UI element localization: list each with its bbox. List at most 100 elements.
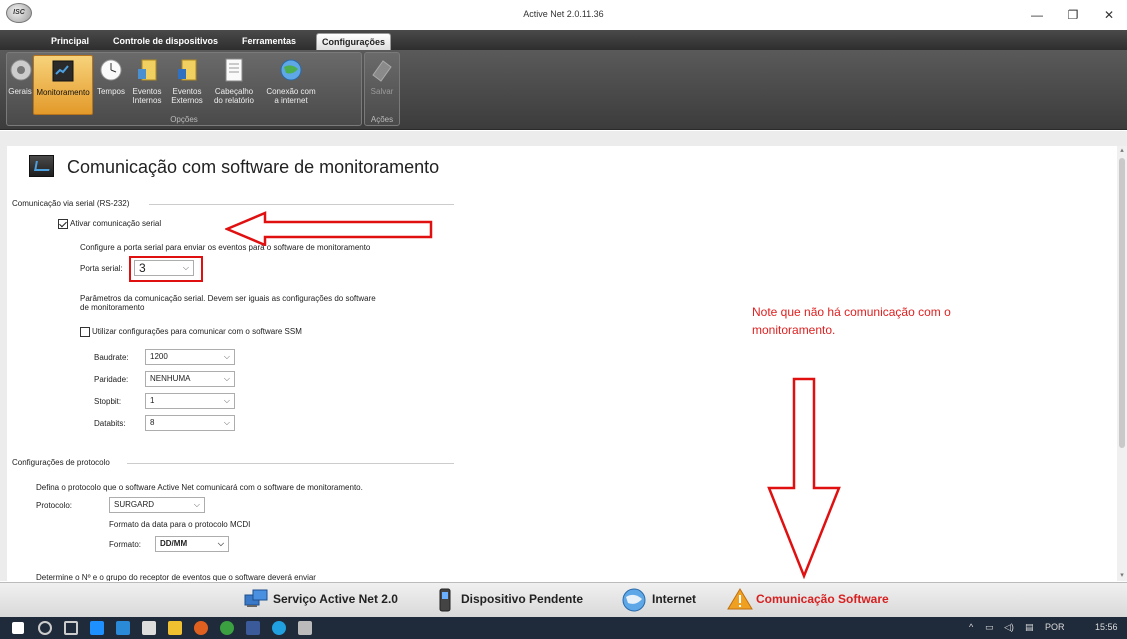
chrome-icon[interactable] <box>220 621 234 635</box>
ssm-label: Utilizar configurações para comunicar co… <box>92 327 302 337</box>
page-title: Comunicação com software de monitorament… <box>67 157 440 177</box>
baudrate-value: 1200 <box>150 352 168 361</box>
ribbon-salvar-button[interactable]: Salvar <box>367 55 397 115</box>
chevron-down-icon: ⌵ <box>193 500 200 509</box>
vertical-scrollbar[interactable]: ▴ ▾ <box>1117 146 1127 581</box>
chevron-down-icon: ⌵ <box>217 539 224 548</box>
serial-port-highlight <box>129 256 203 282</box>
chevron-down-icon: ⌵ <box>223 352 230 361</box>
enable-serial-row[interactable]: Ativar comunicação serial <box>58 219 161 229</box>
protocol-text: Defina o protocolo que o software Active… <box>36 483 363 492</box>
red-arrow-left <box>225 211 433 246</box>
tab-controle-dispositivos[interactable]: Controle de dispositivos <box>108 33 223 50</box>
parity-select[interactable]: NENHUMA ⌵ <box>145 371 235 387</box>
volume-icon[interactable]: ◁) <box>1004 622 1014 633</box>
save-icon <box>372 60 392 82</box>
store-icon[interactable] <box>116 621 130 635</box>
globe-icon <box>622 588 646 612</box>
stopbit-label: Stopbit: <box>94 397 122 406</box>
scroll-down-icon[interactable]: ▾ <box>1117 571 1127 581</box>
file-explorer-icon[interactable] <box>168 621 182 635</box>
skype-icon[interactable] <box>272 621 286 635</box>
tab-ferramentas[interactable]: Ferramentas <box>237 33 301 50</box>
ribbon-cabecalho-relatorio-button[interactable]: Cabeçalho do relatório <box>209 55 259 115</box>
os-taskbar: ^ ▭ ◁) ▤ POR 15:56 <box>0 617 1127 639</box>
red-arrow-down <box>767 377 841 580</box>
enable-serial-label: Ativar comunicação serial <box>70 219 162 229</box>
protocol-value: SURGARD <box>114 500 155 509</box>
databits-value: 8 <box>150 418 155 427</box>
ribbon-tempos-button[interactable]: Tempos <box>95 55 127 115</box>
ribbon-eventos-externos-button[interactable]: Eventos Externos <box>168 55 206 115</box>
status-service[interactable]: Serviço Active Net 2.0 <box>273 592 398 606</box>
title-bar: ISC Active Net 2.0.11.36 — ❐ ✕ <box>0 0 1127 30</box>
receiver-text: Determine o Nº e o grupo do receptor de … <box>36 573 316 581</box>
tab-principal[interactable]: Principal <box>46 33 94 50</box>
notification-icon[interactable]: ▤ <box>1025 622 1034 633</box>
ribbon-group-options-label: Opções <box>170 115 198 124</box>
minimize-button[interactable]: — <box>1019 0 1055 30</box>
ribbon-gerais-button[interactable]: Gerais <box>8 55 32 115</box>
scroll-up-icon[interactable]: ▴ <box>1117 146 1127 156</box>
chevron-down-icon: ⌵ <box>223 396 230 405</box>
tray-expand-icon[interactable]: ^ <box>969 622 973 632</box>
enable-serial-checkbox[interactable] <box>58 219 68 229</box>
stopbit-select[interactable]: 1 ⌵ <box>145 393 235 409</box>
ribbon: Gerais Monitoramento Tempos Eventos Inte… <box>0 50 1127 130</box>
clock-icon <box>100 59 122 81</box>
stopbit-value: 1 <box>150 396 155 405</box>
gear-icon <box>10 59 32 81</box>
monitor-icon <box>52 60 74 82</box>
app-icon[interactable] <box>246 621 260 635</box>
windows-start-icon[interactable] <box>12 622 24 634</box>
ribbon-group-actions: Salvar Ações <box>364 52 400 126</box>
edge-browser-icon[interactable] <box>90 621 104 635</box>
section-divider <box>149 204 454 205</box>
status-software-communication[interactable]: Comunicação Software <box>756 592 889 606</box>
monitoring-page-icon <box>29 155 54 177</box>
format-select[interactable]: DD/MM ⌵ <box>155 536 229 552</box>
close-button[interactable]: ✕ <box>1091 0 1127 30</box>
ssm-row[interactable]: Utilizar configurações para comunicar co… <box>80 327 302 337</box>
parity-label: Paridade: <box>94 375 129 384</box>
parity-value: NENHUMA <box>150 374 191 383</box>
pending-device-icon <box>439 588 451 612</box>
status-pending-device[interactable]: Dispositivo Pendente <box>461 592 583 606</box>
firefox-icon[interactable] <box>194 621 208 635</box>
internal-events-icon <box>138 59 157 81</box>
date-format-text: Formato da data para o protocolo MCDI <box>109 520 251 529</box>
protocol-section-heading: Configurações de protocolo <box>12 458 110 467</box>
maximize-button[interactable]: ❐ <box>1055 0 1091 30</box>
warning-icon <box>727 588 753 610</box>
status-internet[interactable]: Internet <box>652 592 696 606</box>
protocol-select[interactable]: SURGARD ⌵ <box>109 497 205 513</box>
tab-configuracoes[interactable]: Configurações <box>316 33 392 50</box>
baudrate-label: Baudrate: <box>94 353 129 362</box>
databits-select[interactable]: 8 ⌵ <box>145 415 235 431</box>
language-indicator[interactable]: POR <box>1045 622 1065 632</box>
configure-port-text: Configure a porta serial para enviar os … <box>80 243 371 252</box>
databits-label: Databits: <box>94 419 126 428</box>
clock[interactable]: 15:56 <box>1095 622 1118 632</box>
ribbon-monitoramento-button[interactable]: Monitoramento <box>33 55 93 115</box>
window-title: Active Net 2.0.11.36 <box>523 9 604 19</box>
network-icon[interactable]: ▭ <box>985 622 994 633</box>
chevron-down-icon: ⌵ <box>223 418 230 427</box>
menu-bar: Principal Controle de dispositivos Ferra… <box>0 30 1127 50</box>
ribbon-group-actions-label: Ações <box>370 115 394 124</box>
baudrate-select[interactable]: 1200 ⌵ <box>145 349 235 365</box>
ssm-checkbox[interactable] <box>80 327 90 337</box>
lock-app-icon[interactable] <box>142 621 156 635</box>
task-view-icon[interactable] <box>64 621 78 635</box>
report-header-icon <box>225 58 243 82</box>
external-events-icon <box>178 59 197 81</box>
ribbon-eventos-internos-button[interactable]: Eventos Internos <box>128 55 166 115</box>
active-net-taskbar-icon[interactable] <box>298 621 312 635</box>
status-bar: Serviço Active Net 2.0 Dispositivo Pende… <box>0 582 1127 617</box>
service-computers-icon <box>244 589 268 607</box>
scroll-thumb[interactable] <box>1119 158 1125 448</box>
settings-panel: Comunicação com software de monitorament… <box>7 146 1117 581</box>
globe-icon <box>280 59 302 81</box>
search-icon[interactable] <box>38 621 52 635</box>
ribbon-conexao-internet-button[interactable]: Conexão com a internet <box>261 55 321 115</box>
